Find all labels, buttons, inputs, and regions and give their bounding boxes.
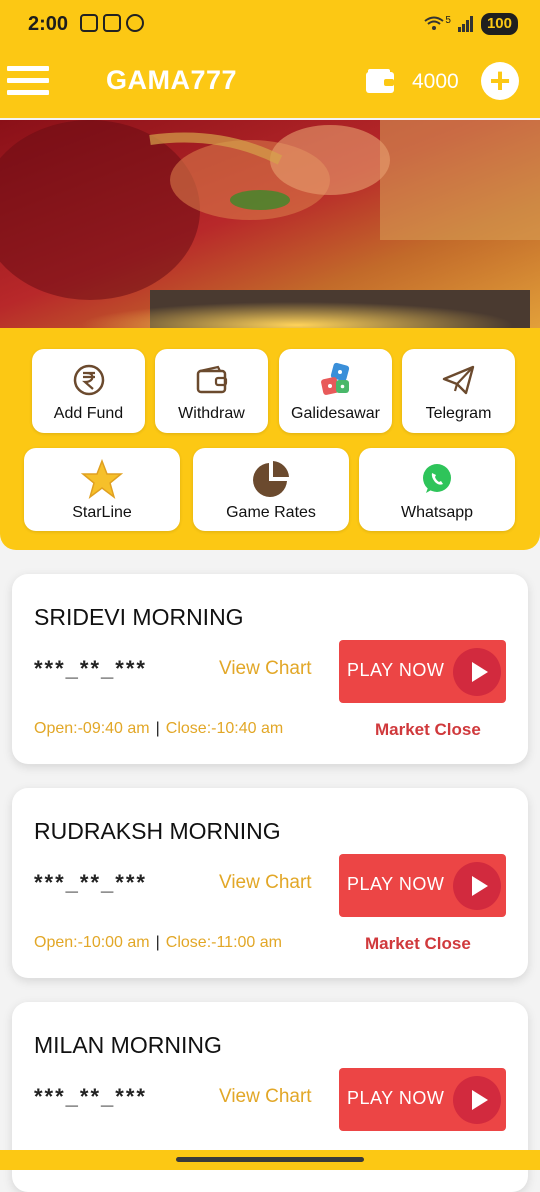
wallet-icon[interactable] (365, 68, 395, 94)
play-icon (453, 648, 501, 696)
play-now-label: PLAY NOW (347, 1088, 445, 1108)
rupee-icon (73, 364, 104, 396)
network-type: 5 (445, 14, 451, 26)
app-notification-icon (126, 14, 144, 32)
market-name: SRIDEVI MORNING (34, 604, 244, 630)
whatsapp-icon (423, 464, 451, 493)
play-icon (453, 1076, 501, 1124)
add-fund-tile[interactable]: Add Fund (32, 349, 145, 433)
play-now-label: PLAY NOW (347, 660, 445, 680)
open-time: Open:-09:40 am (34, 720, 150, 737)
banner-image (0, 120, 540, 328)
pie-chart-icon (253, 461, 289, 497)
screenshot-icon (80, 14, 98, 32)
withdraw-tile[interactable]: Withdraw (155, 349, 268, 433)
telegram-tile[interactable]: Telegram (402, 349, 515, 433)
whatsapp-tile[interactable]: Whatsapp (359, 448, 515, 531)
galidesawar-tile[interactable]: Galidesawar (279, 349, 392, 433)
play-now-label: PLAY NOW (347, 874, 445, 894)
starline-label: StarLine (72, 504, 132, 521)
face-icon (103, 14, 121, 32)
notification-icons (80, 14, 144, 32)
market-name: RUDRAKSH MORNING (34, 818, 281, 844)
wallet-icon (196, 365, 227, 394)
battery-indicator: 100 (480, 13, 518, 35)
market-status: Market Close (365, 934, 471, 953)
market-result: ***_**_*** (34, 870, 147, 895)
view-chart-link[interactable]: View Chart (219, 872, 312, 894)
add-fund-button[interactable]: + (481, 62, 519, 100)
market-result: ***_**_*** (34, 656, 147, 681)
game-rates-tile[interactable]: Game Rates (193, 448, 349, 531)
close-time: Close:-11:00 am (165, 934, 282, 951)
menu-icon[interactable] (7, 66, 49, 100)
play-icon (453, 862, 501, 910)
play-now-button[interactable]: PLAY NOW (339, 640, 506, 703)
wifi-icon (424, 16, 445, 30)
market-name: MILAN MORNING (34, 1032, 222, 1058)
wallet-balance: 4000 (412, 70, 459, 93)
market-times: Open:-09:40 am | Close:-10:40 am (34, 720, 284, 737)
market-result: ***_**_*** (34, 1084, 147, 1109)
navigation-bar (0, 1150, 540, 1170)
telegram-label: Telegram (425, 405, 492, 422)
galidesawar-label: Galidesawar (291, 405, 380, 422)
wedding-ritual-photo (0, 120, 540, 328)
market-status: Market Close (375, 720, 481, 739)
market-times: Open:-10:00 am | Close:-11:00 am (34, 934, 282, 951)
dice-icon (320, 362, 349, 395)
signal-icon (457, 16, 473, 32)
status-bar: 2:00 5 100 (0, 0, 540, 50)
play-now-button[interactable]: PLAY NOW (339, 854, 506, 917)
market-card: SRIDEVI MORNING ***_**_*** View Chart PL… (12, 574, 528, 764)
game-rates-label: Game Rates (226, 504, 316, 521)
withdraw-label: Withdraw (178, 405, 245, 422)
app-bar: GAMA777 4000 + (0, 50, 540, 118)
telegram-icon (442, 365, 474, 395)
close-time: Close:-10:40 am (165, 720, 284, 737)
status-time: 2:00 (28, 13, 69, 35)
play-now-button[interactable]: PLAY NOW (339, 1068, 506, 1131)
quick-actions-panel: Add Fund Withdraw Galidesawar Telegram S… (0, 328, 540, 550)
open-time: Open:-10:00 am (34, 934, 150, 951)
star-icon (81, 459, 123, 499)
gesture-handle[interactable] (176, 1157, 364, 1162)
starline-tile[interactable]: StarLine (24, 448, 180, 531)
app-title: GAMA777 (106, 65, 238, 95)
market-card: RUDRAKSH MORNING ***_**_*** View Chart P… (12, 788, 528, 978)
whatsapp-label: Whatsapp (400, 504, 474, 521)
status-right: 5 100 (423, 13, 518, 35)
view-chart-link[interactable]: View Chart (219, 1086, 312, 1108)
view-chart-link[interactable]: View Chart (219, 658, 312, 680)
add-fund-label: Add Fund (53, 405, 124, 422)
